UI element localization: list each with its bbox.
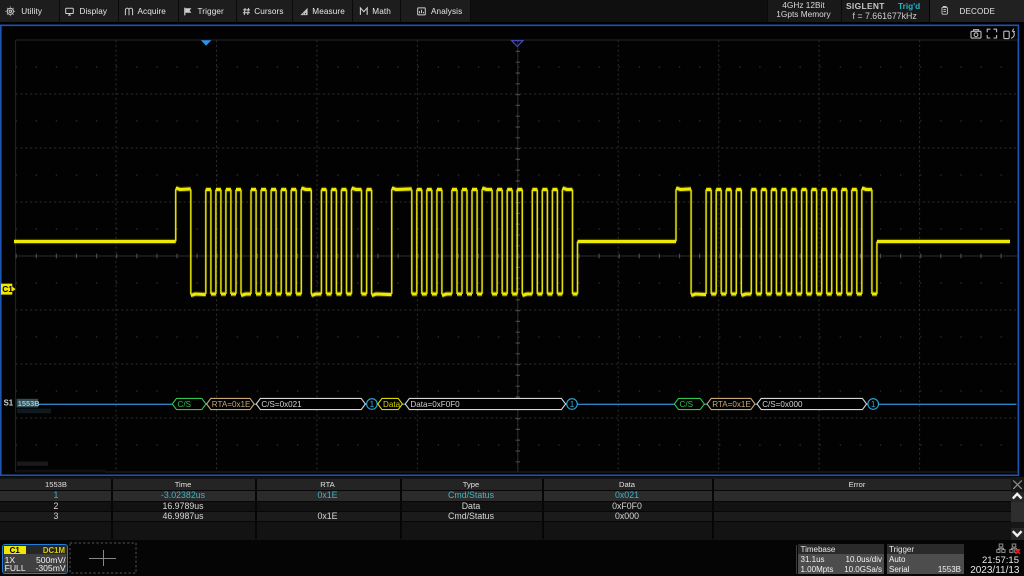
svg-text:1: 1 xyxy=(370,400,375,409)
svg-text:C1: C1 xyxy=(2,284,13,294)
svg-text:C/S=0x021: C/S=0x021 xyxy=(261,400,302,409)
svg-text:1: 1 xyxy=(871,400,876,409)
svg-text:S1: S1 xyxy=(4,398,14,407)
svg-text:C/S=0x000: C/S=0x000 xyxy=(762,400,803,409)
svg-text:1553B: 1553B xyxy=(18,399,40,408)
svg-text:1: 1 xyxy=(570,400,575,409)
svg-text:RTA=0x1E: RTA=0x1E xyxy=(212,400,251,409)
svg-text:RTA=0x1E: RTA=0x1E xyxy=(712,400,751,409)
svg-text:Data=0xF0F0: Data=0xF0F0 xyxy=(410,400,460,409)
svg-text:Data: Data xyxy=(383,400,401,409)
svg-text:C/S: C/S xyxy=(178,400,192,409)
svg-text:C/S: C/S xyxy=(680,400,694,409)
